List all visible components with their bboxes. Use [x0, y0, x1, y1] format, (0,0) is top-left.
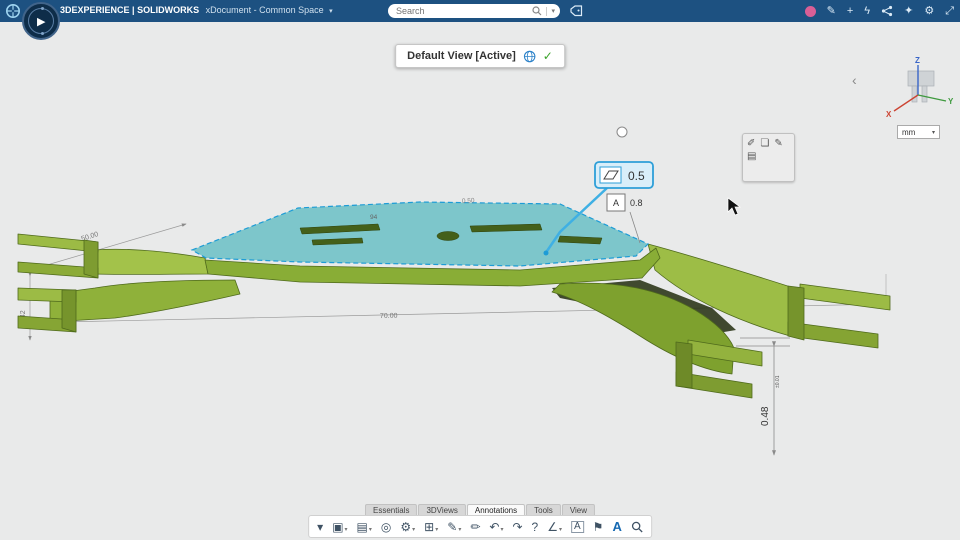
mini-annotation-toolbar: ✐ ❏ ✎ ▤ — [742, 133, 795, 182]
table-icon[interactable]: ⊞▾ — [424, 521, 438, 533]
font-icon[interactable]: A — [612, 520, 621, 533]
annotation-toolbar: ▾ ▣▾ ▤▾ ◎ ⚙▾ ⊞▾ ✎▾ ✏ ↶▾ ↷ ? ∠▾ A ⚑ A — [308, 515, 652, 538]
brand-app: SOLIDWORKS — [137, 5, 199, 15]
app-title: 3DEXPERIENCE | SOLIDWORKS xDocument - Co… — [60, 5, 333, 15]
units-caret-icon[interactable]: ▾ — [932, 129, 935, 136]
edit-icon[interactable]: ✎ — [774, 137, 782, 150]
brand-name: 3DEXPERIENCE — [60, 5, 130, 15]
datum-label: A — [613, 198, 619, 208]
gear-icon[interactable]: ⚙▾ — [400, 521, 415, 533]
datum-flag-icon[interactable]: ⚑ — [593, 521, 604, 533]
dim-height-tol: ±0.01 — [775, 375, 781, 388]
viewport-canvas[interactable]: 70.00 50.00 1.42 — [0, 22, 960, 540]
search-divider — [546, 7, 547, 16]
pencil-icon[interactable]: ✎ — [827, 6, 836, 17]
top-right-icons: ✎ + ϟ ✦ ⚙ ⤢ — [805, 0, 954, 22]
help-icon[interactable]: ? — [532, 521, 539, 533]
orientation-triad[interactable]: Z X Y — [884, 55, 956, 125]
dimension-icon[interactable]: ∠▾ — [547, 521, 562, 533]
top-bar: 3DEXPERIENCE | SOLIDWORKS xDocument - Co… — [0, 0, 960, 22]
balloon-icon[interactable]: ◎ — [381, 521, 391, 533]
search-caret-icon[interactable]: ▾ — [551, 7, 555, 15]
3d-scene[interactable]: 70.00 50.00 1.42 — [0, 22, 960, 540]
units-value: mm — [902, 128, 915, 137]
3dexperience-compass-button[interactable]: ▶ — [22, 2, 60, 40]
apps-icon[interactable]: ✦ — [904, 6, 913, 17]
application-window: 3DEXPERIENCE | SOLIDWORKS xDocument - Co… — [0, 0, 960, 540]
note-icon[interactable]: ▤ — [747, 150, 756, 163]
compass-north-dot — [41, 7, 44, 10]
tag-icon[interactable] — [570, 5, 583, 17]
user-status-dot[interactable] — [805, 6, 816, 17]
stamp-icon[interactable]: ✏ — [470, 521, 480, 533]
settings-icon[interactable]: ⚙ — [924, 6, 934, 17]
datum-value: 0.8 — [630, 198, 643, 208]
framed-text-icon[interactable]: A — [571, 521, 584, 533]
triad-y-label: Y — [948, 97, 954, 106]
mouse-cursor — [728, 198, 740, 215]
expand-toolbar-icon[interactable]: ▾ — [317, 521, 323, 533]
triad-x-label: X — [886, 110, 892, 119]
dim-chamfer-label: 0.50 — [462, 197, 475, 205]
part-top-face-selected[interactable]: 94 0.50 — [192, 197, 648, 266]
magnifier-icon[interactable] — [631, 521, 643, 533]
insert-view-icon[interactable]: ▣▾ — [332, 521, 347, 533]
dim-plate-label: 94 — [370, 214, 378, 221]
share-icon[interactable] — [881, 5, 893, 17]
sheet-icon[interactable]: ▤▾ — [357, 521, 372, 533]
svg-text:70.00: 70.00 — [380, 313, 398, 320]
flatness-value: 0.5 — [628, 169, 645, 183]
panel-collapse-chevron[interactable]: ‹ — [852, 72, 857, 88]
search-input[interactable] — [396, 6, 532, 16]
expand-icon[interactable]: ⤢ — [945, 6, 954, 17]
compass-play-icon[interactable]: ▶ — [37, 15, 45, 28]
3ds-logo-icon[interactable] — [5, 3, 21, 19]
triad-z-label: Z — [915, 56, 920, 65]
compass-south-dot — [41, 32, 44, 35]
stylus-icon[interactable]: ✐ — [747, 137, 755, 150]
dimension-left-height[interactable]: 1.42 — [20, 276, 30, 340]
add-icon[interactable]: + — [847, 6, 853, 17]
search-icon[interactable] — [532, 6, 542, 16]
redo-icon[interactable]: ↷ — [512, 521, 522, 533]
note-tool-icon[interactable]: ✎▾ — [447, 521, 461, 533]
check-icon[interactable]: ✓ — [543, 49, 553, 63]
undo-icon[interactable]: ↶▾ — [489, 521, 503, 533]
globe-icon — [523, 50, 536, 63]
document-context[interactable]: xDocument - Common Space — [206, 5, 324, 15]
units-dropdown[interactable]: mm ▾ — [897, 125, 940, 139]
brand-divider: | — [132, 5, 135, 15]
search-bar[interactable]: ▾ — [388, 4, 560, 18]
active-view-label: Default View [Active] — [407, 50, 516, 62]
context-caret-icon[interactable]: ▾ — [329, 8, 333, 15]
active-view-pill[interactable]: Default View [Active] ✓ — [395, 44, 565, 68]
dim-height-value: 0.48 — [760, 406, 771, 426]
copy-icon[interactable]: ❏ — [760, 137, 769, 150]
flash-icon[interactable]: ϟ — [864, 6, 870, 17]
